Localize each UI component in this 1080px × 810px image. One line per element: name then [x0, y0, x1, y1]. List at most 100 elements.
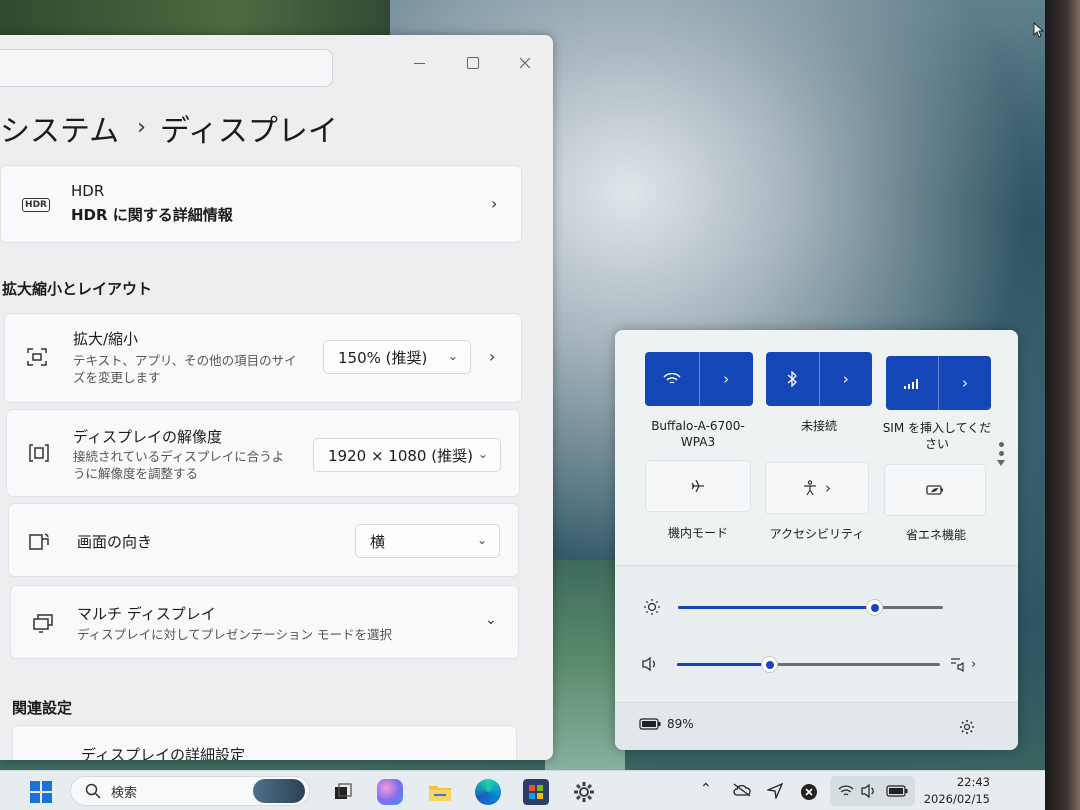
chevron-up-icon[interactable]: ⌃: [700, 781, 712, 797]
taskbar-search-box[interactable]: 検索: [70, 776, 310, 806]
quick-settings-tray-button[interactable]: [830, 776, 915, 806]
accessibility-icon: [804, 480, 816, 496]
orientation-dropdown-value: 横: [370, 532, 386, 551]
audio-output-icon: [951, 658, 964, 672]
airplane-mode-button[interactable]: [645, 460, 751, 512]
copilot-icon[interactable]: [377, 779, 403, 805]
clock-time: 22:43: [956, 775, 990, 789]
hdr-title: HDR: [71, 182, 105, 200]
file-explorer-icon[interactable]: [427, 779, 453, 805]
quick-settings-panel: › › › Buffalo-A-6700-WPA3 未接続 SIM を挿入してく…: [615, 330, 1018, 750]
chevron-down-icon: ⌄: [476, 533, 487, 547]
bluetooth-toggle-button[interactable]: [766, 352, 819, 406]
orientation-card: 画面の向き 横 ⌄: [8, 503, 519, 577]
airplane-icon: [691, 479, 704, 493]
energy-saver-icon: [926, 485, 943, 495]
bluetooth-label: 未接続: [800, 419, 837, 433]
hdr-learn-more-link[interactable]: HDR に関する詳細情報: [71, 204, 233, 225]
cellular-tile: ›: [886, 356, 991, 410]
clock-date: 2026/02/15: [923, 792, 990, 806]
energy-saver-label: 省エネ機能: [905, 528, 966, 542]
volume-slider-thumb[interactable]: [761, 656, 778, 673]
advanced-display-icon: ▭: [35, 750, 59, 761]
breadcrumb-parent[interactable]: システム: [0, 106, 119, 150]
taskbar-clock[interactable]: 22:43 2026/02/15: [920, 774, 990, 808]
bluetooth-tile: ›: [766, 352, 872, 406]
wifi-label: Buffalo-A-6700-WPA3: [651, 419, 745, 449]
cellular-signal-icon: [904, 379, 918, 389]
chevron-right-icon: ›: [491, 194, 498, 213]
settings-gear-icon[interactable]: [959, 719, 975, 735]
close-icon: [519, 57, 531, 69]
chevron-down-icon[interactable]: ⌄: [485, 612, 497, 628]
energy-saver-button[interactable]: [884, 464, 986, 516]
advanced-display-card[interactable]: ▭ ディスプレイの詳細設定: [12, 725, 517, 760]
wallpaper-rock: [545, 560, 625, 770]
minimize-button[interactable]: [410, 55, 430, 71]
cellular-expand-button[interactable]: ›: [939, 356, 991, 410]
resolution-dropdown-value: 1920 × 1080 (推奨): [328, 446, 473, 465]
wifi-tile: ›: [645, 352, 753, 406]
page-title: ディスプレイ: [159, 113, 338, 149]
battery-icon: [639, 718, 661, 730]
accessibility-button[interactable]: ›: [765, 462, 869, 514]
hdr-card[interactable]: HDR HDR HDR に関する詳細情報 ›: [0, 165, 522, 243]
brightness-icon: [644, 599, 660, 615]
resolution-card: ディスプレイの解像度 接続されているディスプレイに合うように解像度を調整する 1…: [6, 409, 520, 497]
location-arrow-icon[interactable]: [767, 783, 783, 799]
app-tray-icon[interactable]: [800, 783, 818, 801]
battery-percent: 89%: [667, 717, 694, 731]
battery-icon: [886, 785, 908, 797]
chevron-right-icon: ›: [962, 374, 968, 392]
audio-output-button[interactable]: ›: [950, 654, 982, 674]
hdr-icon: HDR: [22, 194, 50, 216]
scale-dropdown[interactable]: 150% (推奨) ⌄: [323, 340, 471, 374]
airplane-mode-label: 機内モード: [667, 526, 728, 540]
task-view-icon[interactable]: [330, 779, 356, 805]
resolution-title: ディスプレイの解像度: [73, 428, 222, 446]
quick-settings-footer: 89%: [615, 702, 1018, 750]
quick-settings-toggles: › › › Buffalo-A-6700-WPA3 未接続 SIM を挿入してく…: [615, 330, 1018, 565]
close-button[interactable]: [515, 55, 535, 71]
settings-app-icon[interactable]: [571, 779, 597, 805]
resolution-dropdown[interactable]: 1920 × 1080 (推奨) ⌄: [313, 438, 501, 472]
scale-dropdown-value: 150% (推奨): [338, 348, 428, 367]
accessibility-label: アクセシビリティ: [769, 527, 865, 541]
settings-search-input[interactable]: [0, 49, 333, 87]
brightness-slider-thumb[interactable]: [866, 599, 883, 616]
divider: [615, 565, 1018, 566]
brightness-slider-fill: [678, 606, 874, 609]
wifi-icon: [838, 785, 854, 796]
wifi-icon: [663, 372, 681, 384]
scale-card[interactable]: 拡大/縮小 テキスト、アプリ、その他の項目のサイズを変更します 150% (推奨…: [4, 313, 522, 403]
cellular-toggle-button[interactable]: [886, 356, 938, 410]
cloud-off-icon[interactable]: [732, 783, 752, 797]
volume-icon: [861, 784, 874, 798]
chevron-right-icon[interactable]: ›: [489, 347, 495, 366]
scale-icon: [27, 348, 47, 366]
orientation-icon: [29, 533, 49, 550]
orientation-dropdown[interactable]: 横 ⌄: [355, 524, 500, 558]
wifi-expand-button[interactable]: ›: [700, 352, 754, 406]
multi-display-card[interactable]: マルチ ディスプレイ ディスプレイに対してプレゼンテーション モードを選択 ⌄: [10, 585, 519, 659]
chevron-right-icon: ›: [825, 479, 831, 497]
page-indicator[interactable]: [997, 438, 1005, 478]
resolution-description: 接続されているディスプレイに合うように解像度を調整する: [73, 449, 285, 481]
scale-description: テキスト、アプリ、その他の項目のサイズを変更します: [73, 353, 297, 385]
resolution-icon: [29, 444, 49, 462]
wifi-toggle-button[interactable]: [645, 352, 699, 406]
chevron-down-icon: ⌄: [447, 349, 458, 363]
battery-status[interactable]: 89%: [639, 717, 694, 731]
chevron-right-icon: ›: [723, 370, 730, 388]
microsoft-store-icon[interactable]: [523, 779, 549, 805]
maximize-button[interactable]: [463, 55, 483, 71]
volume-slider[interactable]: [677, 656, 940, 673]
chevron-right-icon: ›: [971, 656, 977, 672]
bluetooth-icon: [787, 371, 798, 387]
bluetooth-expand-button[interactable]: ›: [820, 352, 873, 406]
windows-start-icon[interactable]: [28, 779, 54, 805]
edge-browser-icon[interactable]: [475, 779, 501, 805]
brightness-slider[interactable]: [678, 599, 943, 616]
search-icon: [85, 783, 101, 799]
title-bar: [0, 35, 553, 90]
